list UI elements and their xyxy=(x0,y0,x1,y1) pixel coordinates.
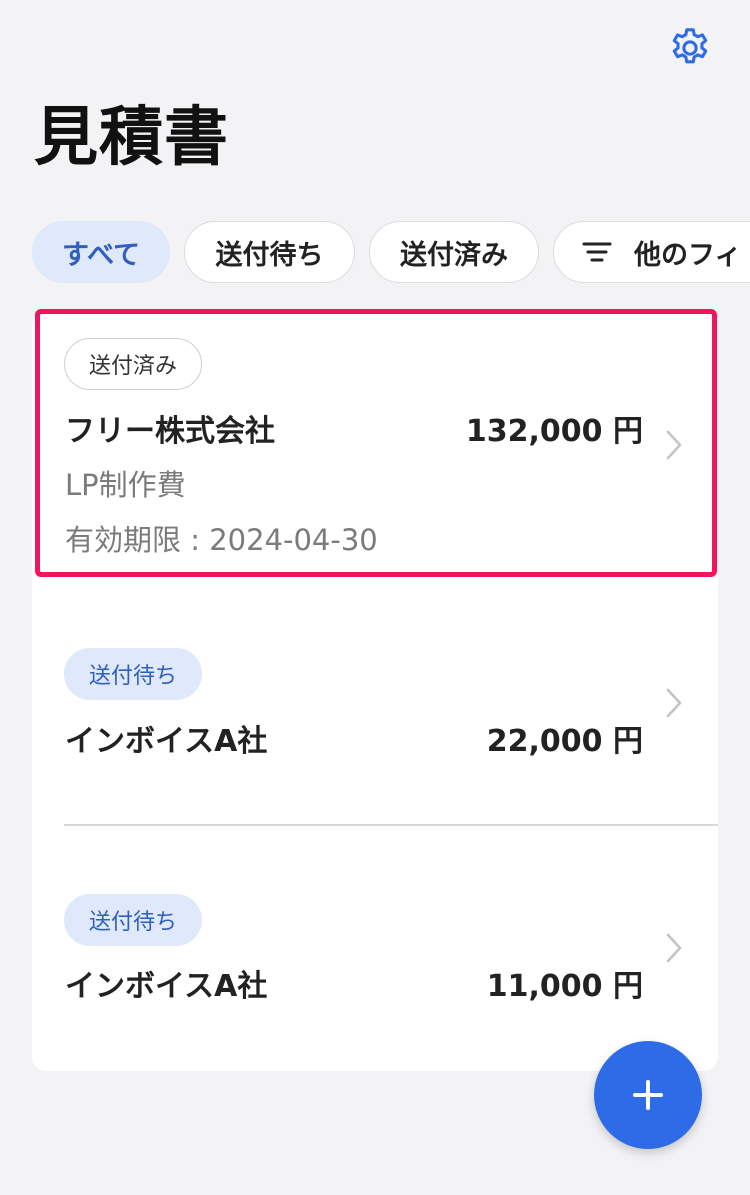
filter-chip-more-filters[interactable]: 他のフィ xyxy=(553,221,750,283)
page-title: 見積書 xyxy=(34,101,229,175)
status-badge-label: 送付待ち xyxy=(89,664,178,689)
filter-lines-icon xyxy=(582,241,612,263)
status-badge-label: 送付済み xyxy=(89,354,178,379)
status-badge: 送付待ち xyxy=(64,648,203,700)
quote-list-item[interactable]: 送付済み フリー株式会社 132,000 円 LP制作費 有効期限 : 2024… xyxy=(32,309,718,578)
expiry-date: 有効期限 : 2024-04-30 xyxy=(65,523,378,557)
add-quote-button[interactable] xyxy=(594,1041,702,1149)
filter-chip-pending[interactable]: 送付待ち xyxy=(184,221,355,283)
filter-chip-all-label: すべて xyxy=(61,239,141,271)
filter-chip-all[interactable]: すべて xyxy=(32,221,170,283)
gear-icon xyxy=(672,28,708,64)
filter-chip-row: すべて 送付待ち 送付済み 他のフィ xyxy=(32,221,750,285)
filter-chip-sent[interactable]: 送付済み xyxy=(369,221,539,283)
quote-list-item[interactable]: 送付待ち インボイスA社 22,000 円 xyxy=(32,582,718,824)
status-badge: 送付済み xyxy=(64,338,203,390)
filter-chip-more-label: 他のフィ xyxy=(634,239,742,271)
status-badge-label: 送付待ち xyxy=(89,910,178,935)
client-name: インボイスA社 xyxy=(65,969,268,1004)
chevron-right-icon xyxy=(666,688,682,718)
client-name: フリー株式会社 xyxy=(65,414,275,449)
status-badge: 送付待ち xyxy=(64,894,203,946)
quote-amount: 22,000 円 xyxy=(486,724,643,759)
chevron-right-icon xyxy=(666,933,682,963)
plus-icon xyxy=(633,1080,663,1110)
quote-subject: LP制作費 xyxy=(65,468,186,502)
chevron-right-icon xyxy=(666,430,682,460)
quote-amount: 11,000 円 xyxy=(486,969,643,1004)
quote-list: 送付済み フリー株式会社 132,000 円 LP制作費 有効期限 : 2024… xyxy=(32,309,718,1071)
filter-chip-sent-label: 送付済み xyxy=(400,239,508,271)
client-name: インボイスA社 xyxy=(65,724,268,759)
filter-chip-pending-label: 送付待ち xyxy=(215,239,324,271)
quote-list-item[interactable]: 送付待ち インボイスA社 11,000 円 xyxy=(32,825,718,1071)
settings-button[interactable] xyxy=(664,22,716,74)
quote-amount: 132,000 円 xyxy=(465,414,643,449)
